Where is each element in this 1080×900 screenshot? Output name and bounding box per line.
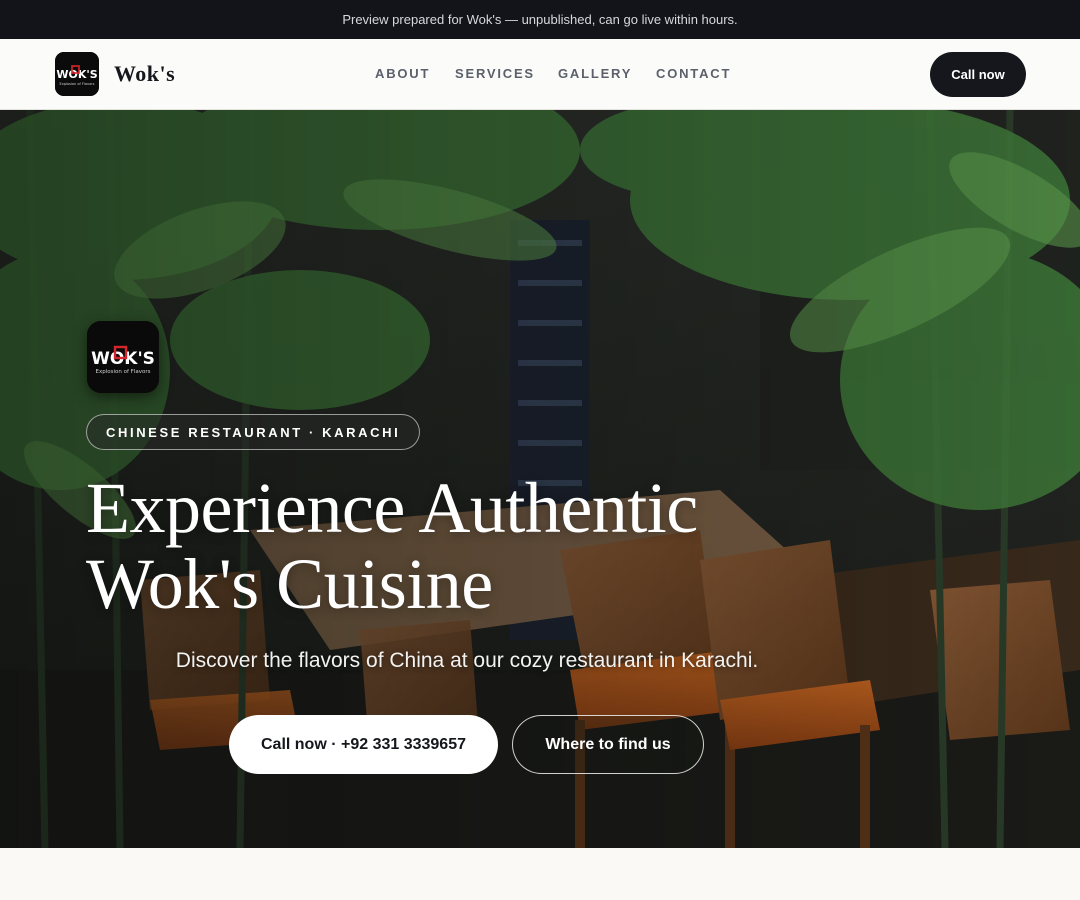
brand-logo[interactable]: WOK'S Explosion of Flavors bbox=[55, 52, 99, 96]
brand-logo-tagline: Explosion of Flavors bbox=[60, 82, 95, 86]
hero-logo-tagline: Explosion of Flavors bbox=[96, 369, 151, 375]
site-header: WOK'S Explosion of Flavors Wok's ABOUT S… bbox=[0, 39, 1080, 110]
hero-call-button[interactable]: Call now · +92 331 3339657 bbox=[229, 715, 498, 774]
nav-gallery[interactable]: GALLERY bbox=[558, 66, 632, 81]
header-call-button[interactable]: Call now bbox=[930, 52, 1026, 97]
hero-subtitle: Discover the flavors of China at our coz… bbox=[175, 649, 759, 672]
hero-title: Experience Authentic Wok's Cuisine bbox=[86, 470, 786, 622]
hero-category-badge: CHINESE RESTAURANT · KARACHI bbox=[86, 414, 421, 450]
nav-services[interactable]: SERVICES bbox=[455, 66, 535, 81]
nav-about[interactable]: ABOUT bbox=[375, 66, 430, 81]
next-section bbox=[0, 848, 1080, 900]
preview-banner: Preview prepared for Wok's — unpublished… bbox=[0, 0, 1080, 39]
brand-name[interactable]: Wok's bbox=[114, 61, 175, 87]
nav-contact[interactable]: CONTACT bbox=[656, 66, 731, 81]
hero-logo: WOK'S Explosion of Flavors bbox=[87, 321, 159, 393]
brand-logo-text: WOK'S bbox=[56, 68, 97, 81]
hero-section: WOK'S Explosion of Flavors CHINESE RESTA… bbox=[0, 110, 1080, 848]
hero-title-line-1: Experience Authentic bbox=[86, 468, 698, 548]
preview-banner-text: Preview prepared for Wok's — unpublished… bbox=[342, 12, 738, 27]
hero-find-us-button[interactable]: Where to find us bbox=[512, 715, 704, 774]
hero-title-line-2: Wok's Cuisine bbox=[86, 544, 493, 624]
